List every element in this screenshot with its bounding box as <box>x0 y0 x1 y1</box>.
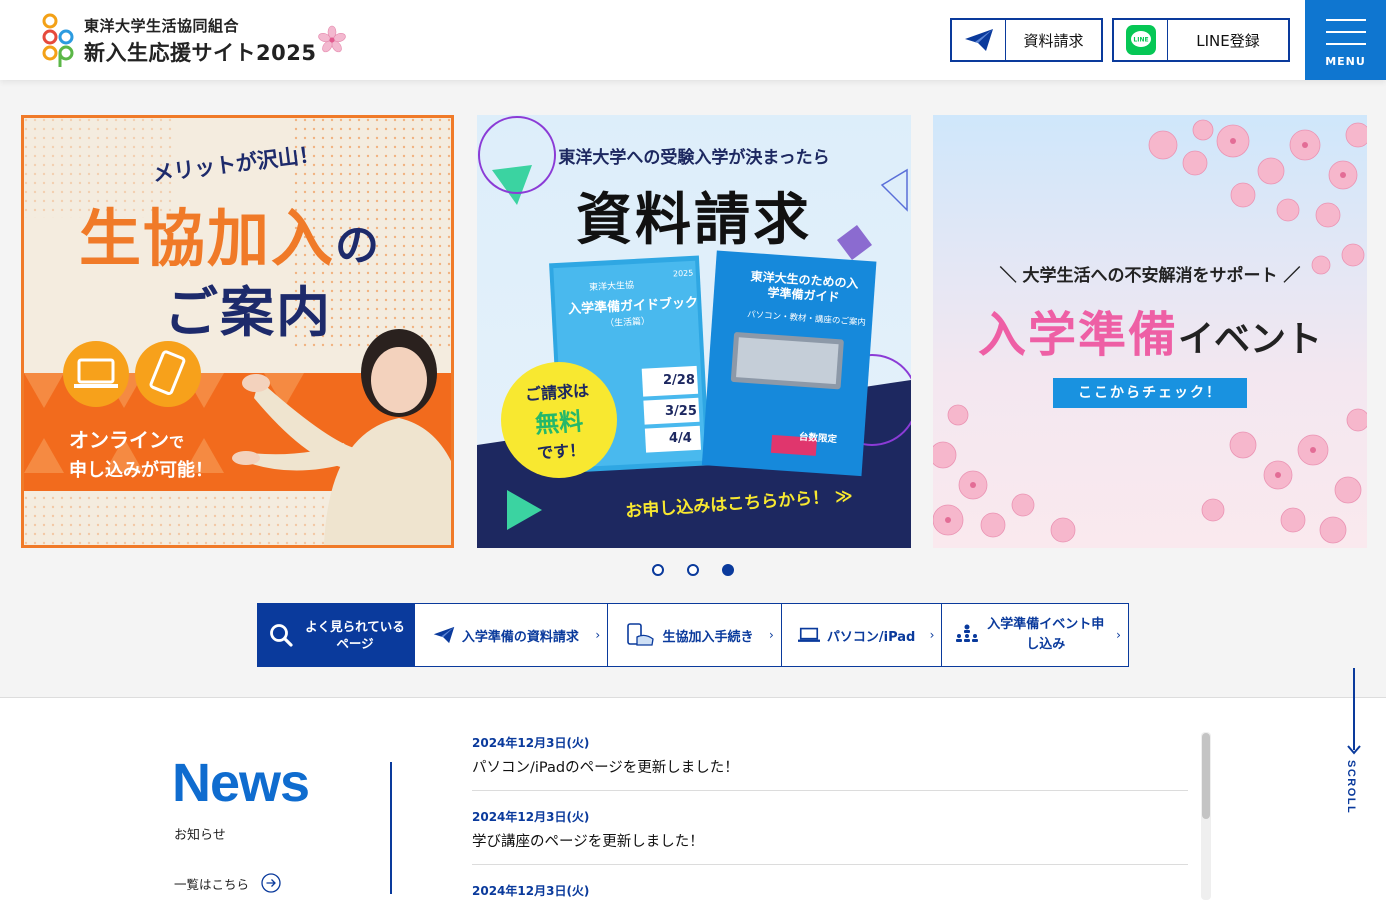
slide-2-limited: 台数限定 <box>798 431 838 446</box>
arrow-circle-right-icon <box>261 873 281 893</box>
news-more-label: 一覧はこちら <box>174 876 250 892</box>
popular-pages-label: よく見られているページ <box>305 619 405 651</box>
slide-1-title-no: の <box>335 220 380 271</box>
news-item[interactable]: 2024年12月3日(火) パソコン/iPadのページを更新しました！ <box>472 734 1188 777</box>
paper-plane-icon <box>952 20 1006 60</box>
quick-nav-event-label: 入学準備イベント申し込み <box>987 617 1105 652</box>
coop-logo-icon[interactable] <box>42 13 76 67</box>
sakura-icon <box>318 25 346 53</box>
news-item[interactable]: 2024年12月3日(火) <box>472 882 1188 899</box>
search-icon <box>270 624 293 647</box>
slide-2-heading: 東洋大学への受験入学が決まったら <box>558 148 830 168</box>
news-separator <box>472 790 1188 791</box>
org-name: 東洋大学生活協同組合 <box>84 17 240 35</box>
slide-2-date-3: 4/4 <box>669 431 692 446</box>
news-title: News <box>172 753 310 813</box>
slide-3-cta-button[interactable]: ここからチェック！ <box>1053 378 1247 408</box>
chevron-right-icon: › <box>1116 628 1121 642</box>
menu-label: MENU <box>1325 55 1366 68</box>
news-more-link[interactable]: 一覧はこちら <box>174 873 281 893</box>
site-header: 東洋大学生活協同組合 新入生応援サイト2025 資料請求 LINE LINE登録… <box>0 0 1386 80</box>
slide-1-online-word: オンライン <box>69 428 169 452</box>
popular-pages-heading: よく見られているページ <box>258 604 414 666</box>
news-date: 2024年12月3日(火) <box>472 884 590 898</box>
line-register-label: LINE登録 <box>1196 31 1260 50</box>
slide-2-book1-small: 東洋大生協 <box>588 280 635 294</box>
scroll-indicator[interactable]: SCROLL <box>1342 668 1366 828</box>
line-icon: LINE <box>1114 20 1168 60</box>
popular-pages-nav: よく見られているページ 入学準備の資料請求 › 生協加入手続き › パソコン/i… <box>257 603 1129 667</box>
laptop-icon <box>797 627 820 642</box>
line-icon-text: LINE <box>1133 37 1148 44</box>
slide-2-free-badge: ご請求は 無料 です！ <box>498 375 620 466</box>
slide-1-title: 生協加入の <box>79 188 379 278</box>
slide-request-materials[interactable]: 東洋大学への受験入学が決まったら 資料請求 東洋大生協 2025 入学準備ガイド… <box>477 115 911 548</box>
slide-1-title-main: 生協加入 <box>79 202 336 275</box>
news-date: 2024年12月3日(火) <box>472 736 590 750</box>
slide-2-book1-year: 2025 <box>672 268 694 279</box>
quick-nav-membership[interactable]: 生協加入手続き › <box>607 604 781 666</box>
menu-bar-icon <box>1326 43 1366 45</box>
quick-nav-request-label: 入学準備の資料請求 <box>461 629 579 645</box>
news-subtitle: お知らせ <box>174 828 226 843</box>
paper-plane-icon <box>433 626 455 644</box>
slide-2-title: 資料請求 <box>576 188 812 253</box>
carousel-dot-2[interactable] <box>687 564 699 576</box>
site-name[interactable]: 新入生応援サイト2025 <box>84 37 316 67</box>
people-icon <box>955 624 978 642</box>
slide-1-subtitle: ご案内 <box>164 281 332 344</box>
news-date: 2024年12月3日(火) <box>472 810 590 824</box>
slide-1-apply: 申し込みが可能！ <box>69 460 213 481</box>
menu-button[interactable]: MENU <box>1305 0 1386 80</box>
slide-3-title-sub: イベント <box>1178 319 1323 360</box>
slide-prep-event[interactable]: ＼ 大学生活への不安解消をサポート ／ 入学準備イベント ここからチェック！ <box>933 115 1367 548</box>
carousel-dot-3[interactable] <box>722 564 734 576</box>
slide-2-date-1: 2/28 <box>663 373 695 388</box>
slide-2-date-2: 3/25 <box>665 404 697 419</box>
quick-nav-membership-label: 生協加入手続き <box>662 629 754 645</box>
quick-nav-pc-label: パソコン/iPad <box>826 629 916 645</box>
news-item[interactable]: 2024年12月3日(火) 学び講座のページを更新しました！ <box>472 808 1188 851</box>
slide-3-tagline: ＼ 大学生活への不安解消をサポート ／ <box>999 266 1301 286</box>
menu-bar-icon <box>1326 31 1366 33</box>
scroll-label: SCROLL <box>1345 760 1357 815</box>
quick-nav-pc[interactable]: パソコン/iPad › <box>780 604 942 666</box>
chevron-right-icon: › <box>595 628 601 642</box>
line-register-button[interactable]: LINE LINE登録 <box>1112 18 1290 62</box>
carousel-dot-1[interactable] <box>652 564 664 576</box>
slide-coop-membership[interactable]: メリットが沢山！ 生協加入の ご案内 オンラインで 申し込みが可能！ <box>21 115 454 548</box>
request-materials-label: 資料請求 <box>1023 31 1084 50</box>
news-scrollbar-thumb[interactable] <box>1202 733 1210 819</box>
chevron-right-icon: › <box>929 628 935 642</box>
news-divider <box>390 762 392 894</box>
menu-bar-icon <box>1326 19 1366 21</box>
slide-3-title: 入学準備イベント <box>933 295 1367 365</box>
news-text: パソコン/iPadのページを更新しました！ <box>472 760 739 776</box>
slide-2-book1-sub: （生活篇） <box>604 316 651 330</box>
scroll-line <box>1353 668 1355 750</box>
quick-nav-request[interactable]: 入学準備の資料請求 › <box>413 604 608 666</box>
news-text: 学び講座のページを更新しました！ <box>472 834 704 850</box>
slide-1-online: オンラインで <box>69 424 184 453</box>
slide-3-title-main: 入学準備 <box>977 307 1178 363</box>
slide-1-de: で <box>169 433 185 451</box>
phone-hand-icon <box>627 623 655 646</box>
quick-nav-event[interactable]: 入学準備イベント申し込み › <box>941 604 1128 666</box>
request-materials-button[interactable]: 資料請求 <box>950 18 1103 62</box>
chevron-right-icon: › <box>768 628 774 642</box>
news-separator <box>472 864 1188 865</box>
arrow-down-icon <box>1347 745 1361 755</box>
